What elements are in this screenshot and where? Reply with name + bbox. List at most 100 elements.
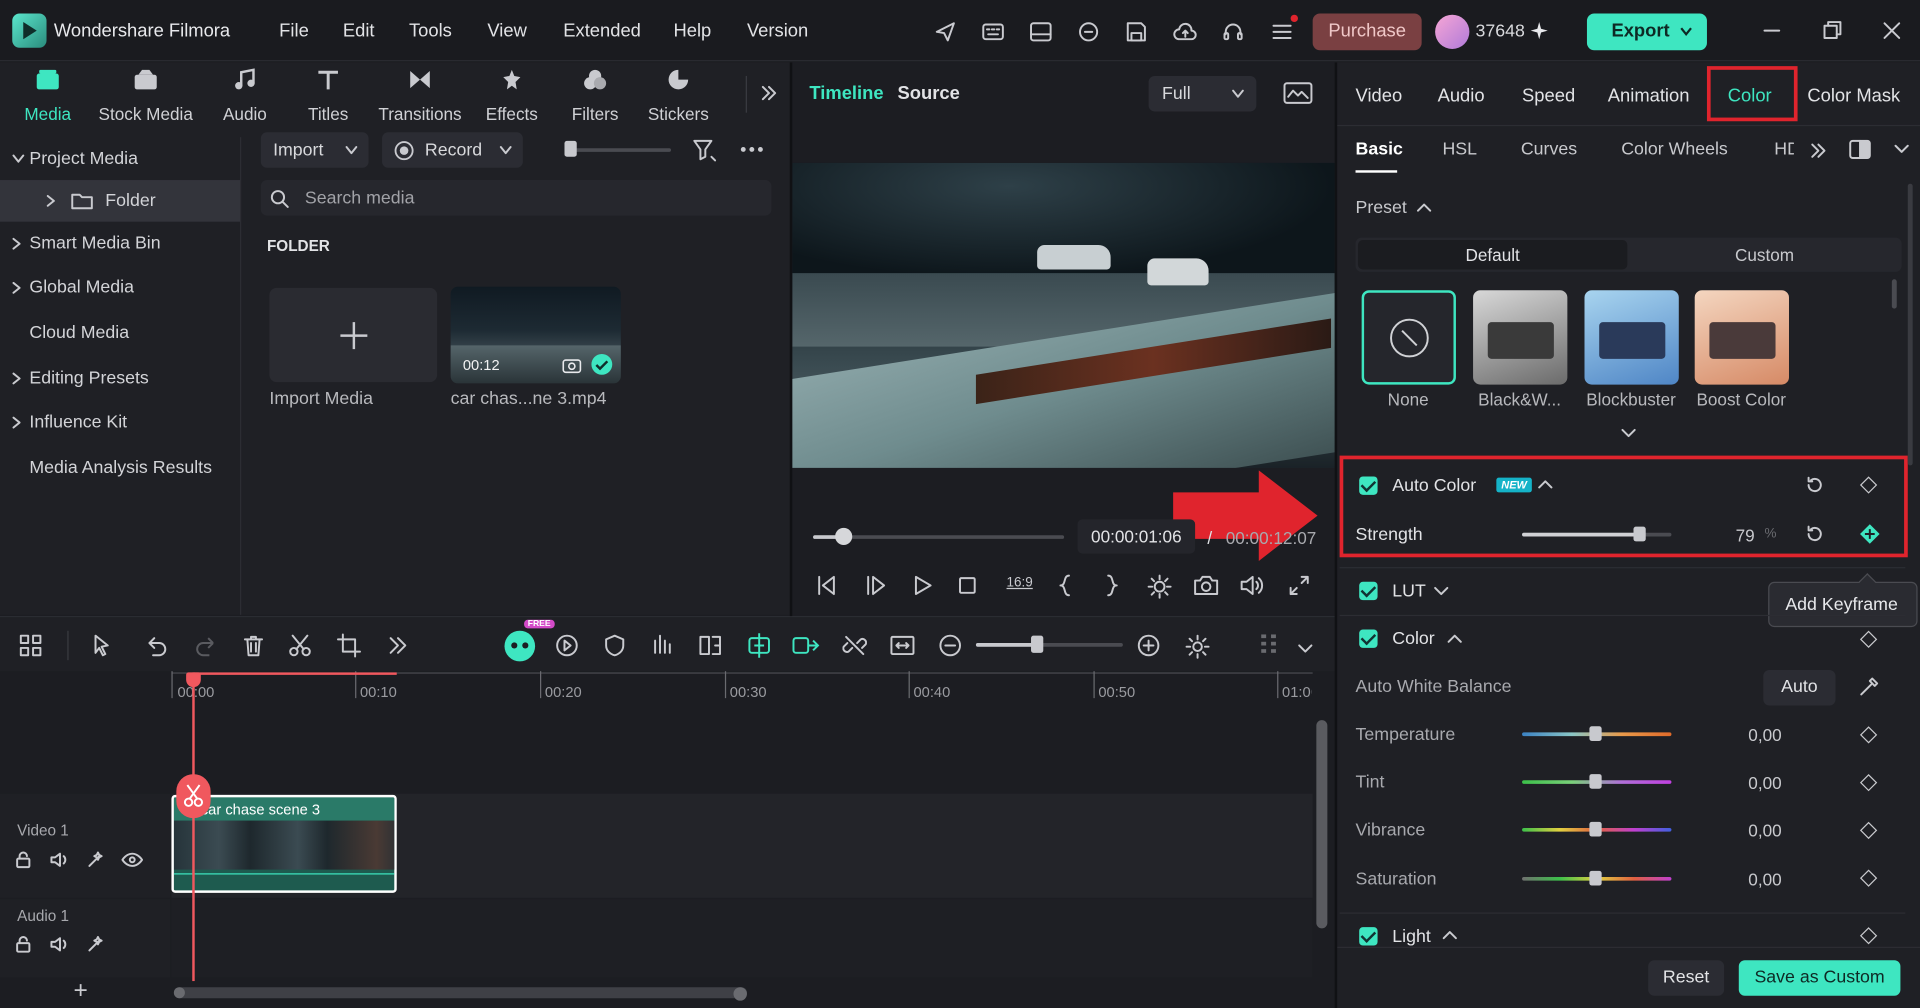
vibrance-value[interactable]: 0,00 [1708, 821, 1781, 841]
tab-video[interactable]: Video [1356, 86, 1403, 107]
lock-icon[interactable] [13, 935, 33, 955]
save-as-custom-button[interactable]: Save as Custom [1738, 960, 1901, 996]
menu-file[interactable]: File [279, 21, 309, 42]
play-icon[interactable] [910, 573, 934, 597]
auto-color-checkbox[interactable] [1359, 476, 1378, 495]
lut-checkbox[interactable] [1359, 581, 1378, 601]
subtab-color-wheels[interactable]: Color Wheels [1621, 140, 1728, 160]
chevron-up-icon[interactable] [1416, 203, 1432, 213]
tab-audio-inspector[interactable]: Audio [1438, 86, 1485, 107]
zoom-in-icon[interactable] [1136, 633, 1160, 657]
menu-tools[interactable]: Tools [409, 21, 452, 42]
color-checkbox[interactable] [1359, 629, 1378, 648]
sidebar-item-global-media[interactable]: Global Media [0, 267, 240, 309]
purchase-button[interactable]: Purchase [1312, 13, 1422, 51]
preset-blockbuster[interactable] [1584, 290, 1679, 385]
thumbnail-size-slider[interactable] [566, 148, 672, 152]
quality-select[interactable]: Full [1148, 75, 1257, 112]
reset-icon[interactable] [1805, 475, 1825, 495]
prev-frame-icon[interactable] [814, 573, 838, 597]
stop-icon[interactable] [955, 573, 979, 597]
import-button[interactable]: Import [260, 132, 369, 168]
add-track-button[interactable]: + [73, 977, 87, 1005]
temperature-value[interactable]: 0,00 [1708, 725, 1781, 745]
save-icon[interactable] [1124, 20, 1148, 44]
subtab-hdr[interactable]: HD [1774, 140, 1794, 160]
ai-mascot-icon[interactable] [504, 630, 536, 662]
sidebar-item-media-analysis[interactable]: Media Analysis Results [0, 447, 240, 489]
sidebar-item-folder[interactable]: Folder [0, 180, 241, 222]
timeline-zoom-handle[interactable] [1031, 635, 1044, 653]
chevron-down-icon[interactable] [1298, 644, 1313, 654]
thumbnail-size-handle[interactable] [564, 140, 577, 157]
keyboard-icon[interactable] [981, 20, 1005, 44]
magic-wand-icon[interactable] [86, 850, 106, 870]
tab-titles[interactable]: Titles [289, 67, 367, 124]
chevron-up-icon[interactable] [1442, 931, 1457, 941]
playhead-handle[interactable] [186, 672, 201, 688]
subtab-curves[interactable]: Curves [1521, 140, 1577, 160]
menu-help[interactable]: Help [673, 21, 711, 42]
filter-icon[interactable] [692, 137, 717, 162]
splitter[interactable] [789, 62, 793, 617]
tab-stock-media[interactable]: Stock Media [88, 67, 203, 124]
temperature-handle[interactable] [1589, 726, 1602, 742]
select-tool-icon[interactable] [92, 633, 119, 657]
more-subtabs-icon[interactable] [1810, 142, 1827, 159]
tab-animation[interactable]: Animation [1608, 86, 1690, 107]
chevron-up-icon[interactable] [1538, 480, 1553, 490]
fit-timeline-icon[interactable] [889, 633, 916, 657]
magic-wand-icon[interactable] [86, 935, 106, 955]
subtab-basic[interactable]: Basic [1356, 140, 1403, 160]
tab-filters[interactable]: Filters [556, 67, 634, 124]
timeline-horizontal-scrollbar[interactable] [173, 987, 747, 999]
split-screen-icon[interactable] [698, 633, 722, 657]
menu-edit[interactable]: Edit [343, 21, 375, 42]
magnetic-snap-icon[interactable] [744, 631, 773, 660]
audio-beat-icon[interactable] [650, 633, 674, 657]
avatar[interactable] [1435, 14, 1470, 49]
search-input[interactable]: Search media [260, 180, 772, 216]
drag-handle-icon[interactable] [1259, 632, 1279, 659]
delete-icon[interactable] [241, 633, 265, 657]
cloud-upload-icon[interactable] [1172, 20, 1199, 44]
strength-slider-handle[interactable] [1633, 526, 1647, 542]
sidebar-item-influence-kit[interactable]: Influence Kit [0, 402, 240, 444]
inspector-scrollbar[interactable] [1907, 183, 1913, 466]
zoom-out-icon[interactable] [938, 633, 962, 657]
scrollbar-start-cap[interactable] [173, 987, 185, 999]
preset-boost-color[interactable] [1694, 290, 1789, 385]
tab-audio[interactable]: Audio [206, 67, 284, 124]
menu-extended[interactable]: Extended [563, 21, 641, 42]
fullscreen-icon[interactable] [1287, 573, 1311, 597]
tab-timeline[interactable]: Timeline [809, 83, 883, 104]
reset-button[interactable]: Reset [1648, 960, 1725, 996]
undo-icon[interactable] [144, 633, 168, 657]
tab-color-mask[interactable]: Color Mask [1807, 86, 1900, 107]
awb-auto-button[interactable]: Auto [1763, 669, 1836, 706]
saturation-value[interactable]: 0,00 [1708, 870, 1781, 890]
eyedropper-icon[interactable] [1858, 676, 1880, 698]
mark-in-icon[interactable] [1056, 573, 1076, 597]
sidebar-item-smart-media-bin[interactable]: Smart Media Bin [0, 223, 240, 265]
layout-grid-icon[interactable] [18, 633, 42, 657]
preset-black-white[interactable] [1473, 290, 1568, 385]
speed-icon[interactable] [553, 633, 580, 657]
close-icon[interactable] [1881, 20, 1903, 42]
eye-icon[interactable] [121, 851, 144, 868]
more-icon[interactable] [740, 146, 764, 153]
preset-scrollbar[interactable] [1891, 279, 1897, 309]
sidebar-item-cloud-media[interactable]: Cloud Media [0, 312, 240, 354]
volume-icon[interactable] [1239, 573, 1266, 597]
volume-icon[interactable] [49, 935, 71, 955]
tab-speed[interactable]: Speed [1522, 86, 1575, 107]
playhead-line[interactable] [192, 672, 195, 982]
preset-none[interactable] [1361, 290, 1456, 385]
export-button[interactable]: Export [1586, 13, 1707, 51]
timeline-settings-icon[interactable] [1184, 633, 1211, 660]
chevron-down-icon[interactable] [1621, 428, 1636, 439]
send-icon[interactable] [933, 20, 957, 44]
volume-icon[interactable] [49, 850, 71, 870]
record-button[interactable]: Record [382, 132, 523, 168]
expand-tabs-icon[interactable] [759, 83, 779, 103]
